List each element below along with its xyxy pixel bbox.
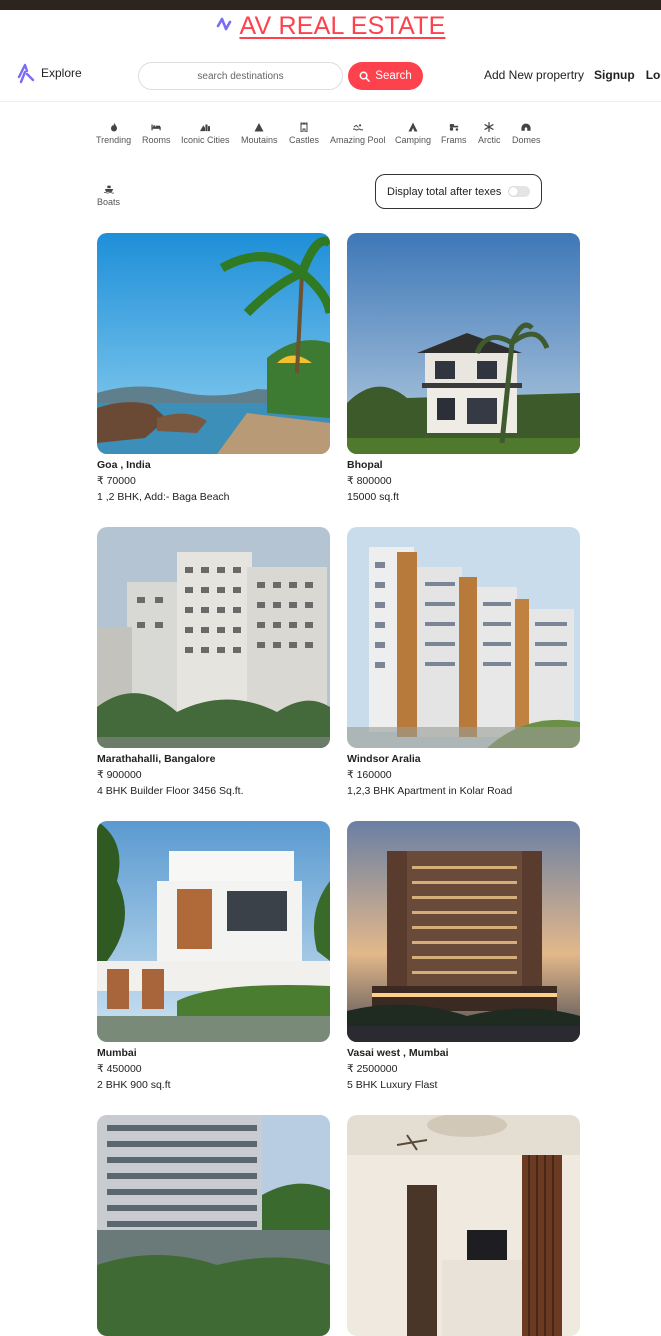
castle-icon [300,122,308,132]
mountain-icon [254,123,264,132]
listing-image[interactable] [97,527,330,748]
listing-image[interactable] [97,233,330,454]
listing-title: Bhopal [347,459,383,471]
listing-price: ₹ 800000 [347,475,392,487]
explore-link[interactable]: Explore [17,62,82,84]
listing-image[interactable] [347,527,580,748]
listing-image[interactable] [347,821,580,1042]
listing-description: 1,2,3 BHK Apartment in Kolar Road [347,785,513,797]
listing-card[interactable]: Bhopal ₹ 800000 15000 sq.ft [347,233,580,506]
filter-camping[interactable]: Camping [395,122,431,145]
filter-farms[interactable]: Frams [441,122,467,145]
filter-label: Boats [97,197,121,207]
listing-price: ₹ 450000 [97,1063,142,1075]
filter-mountains[interactable]: Moutains [241,122,278,145]
login-link[interactable]: Log in [646,68,661,82]
snowflake-icon [484,122,494,132]
filter-boats[interactable]: Boats [97,184,120,207]
filter-bar: Trending Rooms Iconic Cities Moutains Ca… [0,122,661,212]
person-swimming-icon [352,124,363,131]
listing-description: 2 BHK 900 sq.ft [97,1079,171,1091]
listing-card[interactable]: Vasai west , Mumbai ₹ 2500000 5 BHK Luxu… [347,821,580,1094]
filter-label: Moutains [241,135,278,145]
filter-label: Trending [96,135,132,145]
listing-description: 5 BHK Luxury Flast [347,1079,438,1091]
listing-price: ₹ 2500000 [347,1063,398,1075]
listing-title: Vasai west , Mumbai [347,1047,449,1059]
listing-card[interactable] [347,1115,580,1336]
filter-trending[interactable]: Trending [96,122,131,145]
ship-icon [103,185,114,194]
listing-price: ₹ 70000 [97,475,136,487]
listing-card[interactable]: Goa , India ₹ 70000 1 ,2 BHK, Add:- Baga… [97,233,330,506]
filter-label: Iconic Cities [181,135,230,145]
filter-label: Domes [512,135,541,145]
brand-title[interactable]: AV REAL ESTATE [239,12,445,41]
listing-title: Marathahalli, Bangalore [97,753,216,765]
listing-title: Goa , India [97,459,151,471]
filter-iconic-cities[interactable]: Iconic Cities [181,122,230,145]
brand-header[interactable]: AV REAL ESTATE [0,10,661,42]
filter-label: Camping [395,135,432,145]
listing-title: Mumbai [97,1047,137,1059]
top-strip [0,0,661,10]
filter-label: Castles [289,135,320,145]
nav-links: Add New propertry Signup Log in [484,68,661,82]
filter-label: Rooms [142,135,171,145]
tax-toggle-switch[interactable] [508,186,531,197]
filter-domes[interactable]: Domes [512,122,541,145]
tractor-icon [449,124,458,131]
listing-image[interactable] [97,821,330,1042]
listing-description: 4 BHK Builder Floor 3456 Sq.ft. [97,785,244,797]
fire-icon [110,122,117,132]
explore-label: Explore [41,66,82,80]
listing-card[interactable]: Windsor Aralia ₹ 160000 1,2,3 BHK Apartm… [347,527,580,800]
campground-icon [408,122,418,132]
filter-label: Amazing Pool [330,135,386,145]
listing-image[interactable] [97,1115,330,1336]
listing-image[interactable] [347,233,580,454]
bed-icon [151,124,161,131]
listing-card[interactable]: Mumbai ₹ 450000 2 BHK 900 sq.ft [97,821,330,1094]
filter-castles[interactable]: Castles [289,122,319,145]
signup-link[interactable]: Signup [594,68,635,82]
filter-arctic[interactable]: Arctic [478,122,501,145]
search-button[interactable]: Search [348,62,423,90]
search-button-label: Search [375,70,412,82]
listing-image[interactable] [347,1115,580,1336]
compass-logo-icon [17,63,35,84]
listing-price: ₹ 900000 [97,769,142,781]
listing-description: 1 ,2 BHK, Add:- Baga Beach [97,491,230,503]
filter-amazing-pool[interactable]: Amazing Pool [330,122,386,145]
search-icon [359,71,371,82]
tax-toggle-box[interactable]: Display total after texes [375,174,542,209]
filter-label: Frams [441,135,467,145]
igloo-icon [521,123,531,131]
mountain-city-icon [200,124,211,132]
listing-card[interactable]: Marathahalli, Bangalore ₹ 900000 4 BHK B… [97,527,330,800]
search-input[interactable] [138,62,343,90]
tax-toggle-label: Display total after texes [387,185,502,198]
listing-description: 15000 sq.ft [347,491,399,503]
filter-rooms[interactable]: Rooms [142,122,171,145]
navbar: Explore Search Add New propertry Signup … [0,42,661,102]
listing-price: ₹ 160000 [347,769,392,781]
add-property-link[interactable]: Add New propertry [484,68,584,82]
listing-title: Windsor Aralia [347,753,421,765]
listing-card[interactable] [97,1115,330,1336]
filter-label: Arctic [478,135,501,145]
compass-logo-icon [217,17,232,31]
